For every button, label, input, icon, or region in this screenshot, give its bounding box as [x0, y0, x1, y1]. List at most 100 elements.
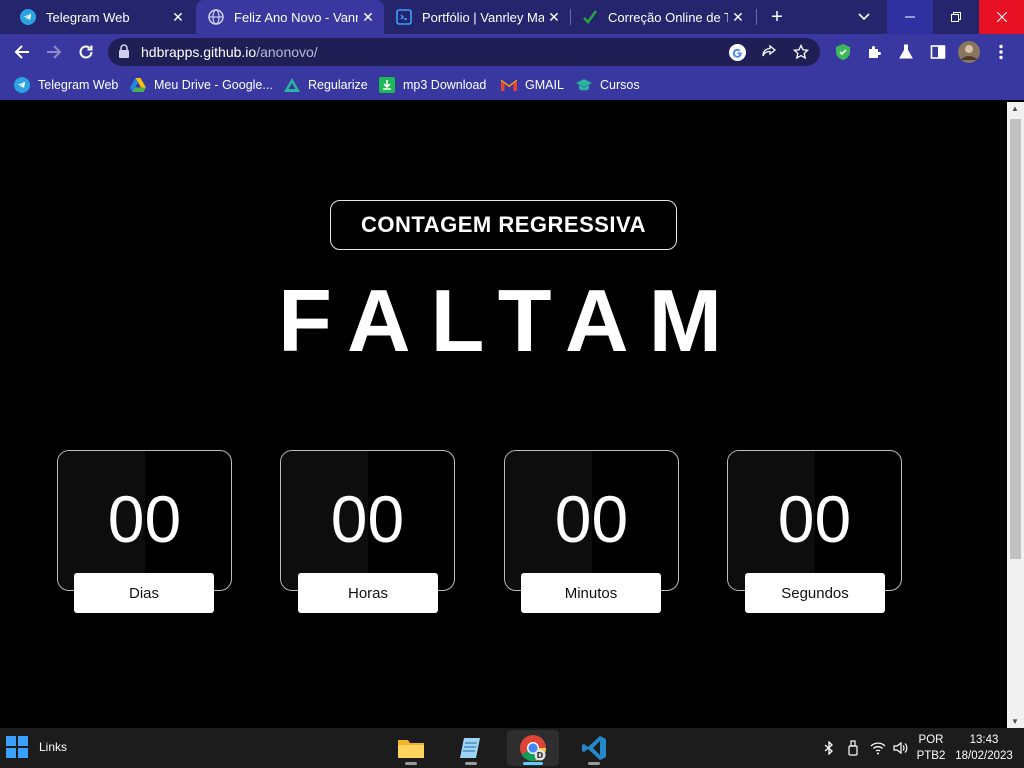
restore-icon	[951, 12, 961, 22]
bookmark-mp3-download[interactable]: mp3 Download	[379, 75, 486, 95]
taskbar-notepad[interactable]	[445, 730, 497, 766]
timer-card-minutes: 00	[504, 450, 679, 591]
language-indicator[interactable]: POR PTB2	[914, 732, 948, 764]
new-tab-button[interactable]: +	[764, 5, 790, 29]
timer-card-days: 00	[57, 450, 232, 591]
tab-separator	[756, 9, 757, 25]
timer-value: 00	[777, 482, 852, 556]
restore-button[interactable]	[933, 0, 979, 34]
timer-value: 00	[107, 482, 182, 556]
timer-value: 00	[330, 482, 405, 556]
close-tab-icon[interactable]: ✕	[728, 7, 748, 27]
google-drive-icon	[130, 77, 146, 93]
chevron-down-icon	[858, 13, 870, 21]
url-domain: hdbrapps.github.io	[141, 44, 257, 60]
tab-title: Telegram Web	[46, 9, 130, 25]
side-panel-icon[interactable]	[927, 41, 949, 63]
close-window-button[interactable]	[979, 0, 1024, 34]
volume-icon[interactable]	[893, 740, 909, 756]
profile-avatar[interactable]	[958, 41, 980, 63]
gmail-icon	[501, 77, 517, 93]
google-lens-icon[interactable]	[728, 43, 746, 61]
bookmark-telegram[interactable]: Telegram Web	[14, 75, 118, 95]
usb-device-icon[interactable]	[845, 740, 861, 756]
bookmark-gmail[interactable]: GMAIL	[501, 75, 564, 95]
minimize-button[interactable]	[887, 0, 933, 34]
windows-logo-pane	[18, 736, 28, 746]
scroll-down-arrow-icon[interactable]: ▼	[1011, 717, 1019, 726]
taskbar-chrome[interactable]: D	[507, 730, 559, 766]
tab-telegram[interactable]: Telegram Web ✕	[8, 0, 194, 34]
bluetooth-icon[interactable]	[821, 740, 837, 756]
share-icon[interactable]	[760, 43, 778, 61]
telegram-icon	[14, 77, 30, 93]
reload-button[interactable]	[72, 38, 100, 66]
bookmark-label: Meu Drive - Google...	[154, 78, 273, 92]
keyboard-layout: PTB2	[916, 750, 946, 762]
language-code: POR	[918, 734, 944, 746]
regularize-icon	[284, 77, 300, 93]
timer-label-hours: Horas	[298, 573, 438, 613]
taskbar-vscode[interactable]	[568, 730, 620, 766]
minimize-icon	[905, 16, 915, 18]
adblock-shield-icon[interactable]	[832, 41, 854, 63]
timer-value: 00	[554, 482, 629, 556]
close-icon	[996, 12, 1007, 22]
bookmark-meu-drive[interactable]: Meu Drive - Google...	[130, 75, 273, 95]
page-viewport: CONTAGEM REGRESSIVA FALTAM 00 Dias 00 Ho…	[0, 102, 1007, 728]
bookmark-label: Telegram Web	[38, 78, 119, 92]
bookmark-regularize[interactable]: Regularize	[284, 75, 368, 95]
timer-label-minutes: Minutos	[521, 573, 661, 613]
svg-text:D: D	[537, 751, 544, 760]
tab-title: Feliz Ano Novo - Vanrley	[234, 9, 358, 25]
scroll-up-arrow-icon[interactable]: ▲	[1011, 104, 1019, 113]
close-tab-icon[interactable]: ✕	[544, 7, 564, 27]
timer-card-hours: 00	[280, 450, 455, 591]
more-menu-icon[interactable]	[990, 41, 1012, 63]
windows-logo-pane	[6, 748, 16, 758]
tab-search-button[interactable]	[852, 6, 876, 28]
address-bar[interactable]: hdbrapps.github.io/anonovo/	[108, 38, 820, 66]
scrollbar-thumb[interactable]	[1010, 119, 1021, 559]
running-indicator	[465, 762, 477, 765]
labs-flask-icon[interactable]	[895, 41, 917, 63]
url-text: hdbrapps.github.io/anonovo/	[141, 44, 318, 60]
close-tab-icon[interactable]: ✕	[358, 7, 378, 27]
bookmark-cursos[interactable]: Cursos	[576, 75, 640, 95]
tab-strip: Telegram Web ✕ Feliz Ano Novo - Vanrley …	[0, 0, 1024, 34]
notepad-icon	[460, 738, 480, 758]
download-icon	[379, 77, 395, 93]
globe-icon	[208, 9, 224, 25]
bookmark-label: Regularize	[308, 78, 368, 92]
running-indicator	[588, 762, 600, 765]
forward-button[interactable]	[40, 38, 68, 66]
vertical-scrollbar[interactable]: ▲ ▼	[1007, 102, 1024, 728]
tab-portfolio[interactable]: Portfólio | Vanrley Macedo ✕	[384, 0, 570, 34]
system-clock[interactable]: 13:43 18/02/2023	[952, 732, 1016, 764]
tab-title: Portfólio | Vanrley Macedo	[422, 9, 544, 25]
bookmark-label: GMAIL	[525, 78, 564, 92]
taskbar-file-explorer[interactable]	[385, 730, 437, 766]
wifi-icon[interactable]	[870, 740, 886, 756]
file-explorer-icon	[398, 740, 424, 758]
extensions-puzzle-icon[interactable]	[863, 41, 885, 63]
checkmark-icon	[582, 9, 598, 25]
page-headline: FALTAM	[278, 271, 742, 370]
links-toolbar-label[interactable]: Links	[39, 740, 67, 754]
bookmark-star-icon[interactable]	[792, 43, 810, 61]
graduation-cap-icon	[576, 77, 592, 93]
tab-correcao[interactable]: Correção Online de Texto ✕	[570, 0, 754, 34]
clock-time: 13:43	[969, 734, 999, 746]
tab-feliz-ano-novo[interactable]: Feliz Ano Novo - Vanrley ✕	[196, 0, 384, 34]
taskbar: Links D POR PTB2 13:43 18/02/2023	[0, 728, 1024, 768]
telegram-icon	[20, 9, 36, 25]
start-button[interactable]	[6, 736, 28, 758]
clock-date: 18/02/2023	[955, 750, 1013, 762]
windows-logo-pane	[6, 736, 16, 746]
back-button[interactable]	[8, 38, 36, 66]
tab-title: Correção Online de Texto	[608, 9, 728, 25]
reload-icon	[79, 45, 93, 59]
countdown-badge: CONTAGEM REGRESSIVA	[330, 200, 677, 250]
browser-toolbar: hdbrapps.github.io/anonovo/	[0, 34, 1024, 70]
close-tab-icon[interactable]: ✕	[168, 7, 188, 27]
